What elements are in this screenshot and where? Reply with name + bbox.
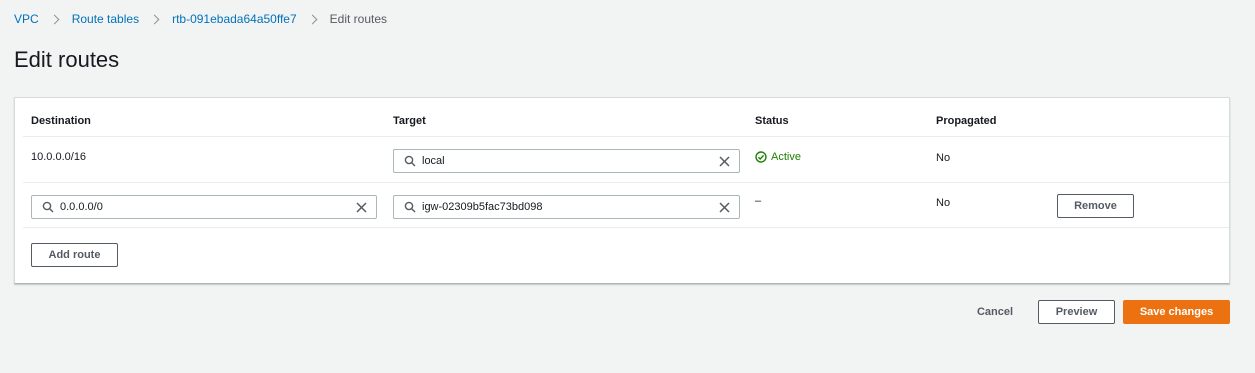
destination-input[interactable]: 0.0.0.0/0 [31, 195, 377, 219]
row-divider [23, 182, 1229, 183]
status-badge: Active [755, 151, 801, 163]
chevron-right-icon [307, 14, 318, 24]
cancel-button[interactable]: Cancel [970, 300, 1020, 324]
search-icon [399, 196, 421, 218]
chevron-right-icon [49, 14, 60, 24]
column-header-status: Status [755, 115, 789, 127]
column-header-target: Target [393, 115, 426, 127]
target-input-value: local [422, 155, 445, 167]
header-divider [23, 136, 1229, 137]
routes-panel: Destination Target Status Propagated 10.… [14, 97, 1230, 284]
search-icon [399, 150, 421, 172]
breadcrumb-vpc[interactable]: VPC [14, 12, 39, 26]
close-icon[interactable] [714, 151, 734, 171]
destination-value: 10.0.0.0/16 [31, 151, 87, 163]
destination-input-value: 0.0.0.0/0 [60, 201, 103, 213]
column-header-propagated: Propagated [936, 115, 997, 127]
preview-button[interactable]: Preview [1038, 300, 1115, 324]
row-divider [23, 227, 1229, 228]
column-header-destination: Destination [31, 115, 91, 127]
breadcrumb: VPC Route tables rtb-091ebada64a50ffe7 E… [14, 12, 387, 26]
status-value: – [755, 195, 762, 207]
target-input[interactable]: igw-02309b5fac73bd098 [393, 195, 740, 219]
close-icon[interactable] [351, 197, 371, 217]
breadcrumb-current: Edit routes [329, 12, 388, 26]
propagated-value: No [936, 152, 951, 164]
save-changes-button[interactable]: Save changes [1123, 300, 1230, 324]
search-icon [37, 196, 59, 218]
breadcrumb-route-table-id[interactable]: rtb-091ebada64a50ffe7 [172, 12, 297, 26]
breadcrumb-route-tables[interactable]: Route tables [72, 12, 139, 26]
check-circle-icon [755, 151, 767, 163]
add-route-button[interactable]: Add route [31, 243, 118, 267]
target-input[interactable]: local [393, 149, 740, 173]
target-input-value: igw-02309b5fac73bd098 [422, 201, 543, 213]
close-icon[interactable] [714, 197, 734, 217]
chevron-right-icon [149, 14, 160, 24]
page-title: Edit routes [14, 47, 120, 72]
remove-button[interactable]: Remove [1057, 194, 1134, 218]
propagated-value: No [936, 197, 951, 209]
status-text: Active [771, 151, 801, 163]
